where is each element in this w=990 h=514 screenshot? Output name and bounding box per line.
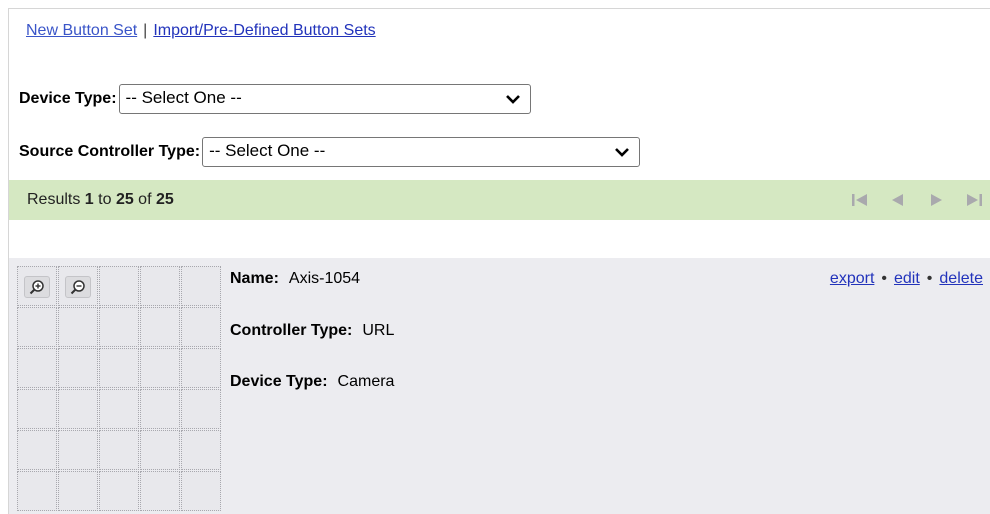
grid-cell[interactable] bbox=[99, 307, 139, 347]
name-label: Name: bbox=[230, 270, 279, 287]
grid-cell[interactable] bbox=[17, 348, 57, 388]
bullet-separator: • bbox=[881, 270, 887, 287]
grid-cell[interactable] bbox=[99, 389, 139, 429]
grid-cell[interactable] bbox=[140, 471, 180, 511]
device-type-field-label: Device Type: bbox=[230, 373, 328, 390]
zoom-out-button[interactable] bbox=[65, 276, 91, 298]
button-grid bbox=[17, 266, 221, 511]
export-link[interactable]: export bbox=[830, 270, 874, 287]
results-summary: Results 1 to 25 of 25 bbox=[27, 191, 174, 208]
chevron-down-icon bbox=[615, 148, 629, 157]
new-button-set-link[interactable]: New Button Set bbox=[26, 22, 137, 39]
grid-cell[interactable] bbox=[181, 471, 221, 511]
source-controller-type-select-value: -- Select One -- bbox=[209, 141, 326, 160]
grid-cell[interactable] bbox=[58, 307, 98, 347]
grid-cell[interactable] bbox=[181, 348, 221, 388]
grid-cell[interactable] bbox=[17, 430, 57, 470]
grid-cell[interactable] bbox=[99, 266, 139, 306]
device-type-label: Device Type: bbox=[19, 90, 117, 107]
device-type-select-value: -- Select One -- bbox=[125, 88, 242, 107]
source-controller-type-row: Source Controller Type: -- Select One -- bbox=[19, 137, 641, 167]
first-page-icon[interactable] bbox=[850, 191, 870, 209]
card-actions: export • edit • delete bbox=[830, 270, 983, 288]
controller-type-value: URL bbox=[362, 322, 395, 339]
device-type-value: Camera bbox=[337, 373, 395, 390]
grid-cell[interactable] bbox=[17, 389, 57, 429]
grid-cell[interactable] bbox=[181, 266, 221, 306]
grid-cell[interactable] bbox=[140, 266, 180, 306]
grid-cell[interactable] bbox=[17, 266, 57, 306]
last-page-icon[interactable] bbox=[964, 191, 984, 209]
source-controller-type-label: Source Controller Type: bbox=[19, 143, 201, 160]
results-from: 1 bbox=[84, 191, 94, 208]
grid-cell[interactable] bbox=[17, 471, 57, 511]
grid-cell[interactable] bbox=[99, 348, 139, 388]
results-to: 25 bbox=[115, 191, 134, 208]
device-type-row: Device Type: -- Select One -- bbox=[19, 84, 531, 114]
import-button-sets-link[interactable]: Import/Pre-Defined Button Sets bbox=[153, 22, 375, 39]
name-value: Axis-1054 bbox=[288, 270, 361, 287]
controller-type-field: Controller Type: URL bbox=[230, 322, 394, 340]
pager bbox=[850, 191, 984, 209]
grid-cell[interactable] bbox=[140, 389, 180, 429]
zoom-in-icon bbox=[29, 280, 44, 295]
grid-cell[interactable] bbox=[181, 307, 221, 347]
device-type-select[interactable]: -- Select One -- bbox=[118, 84, 531, 114]
button-set-card: Name: Axis-1054 Controller Type: URL Devic… bbox=[9, 258, 990, 514]
grid-cell[interactable] bbox=[181, 430, 221, 470]
delete-link[interactable]: delete bbox=[939, 270, 983, 287]
device-type-field: Device Type: Camera bbox=[230, 373, 394, 391]
next-page-icon[interactable] bbox=[926, 191, 946, 209]
prev-page-icon[interactable] bbox=[888, 191, 908, 209]
zoom-out-icon bbox=[70, 280, 85, 295]
grid-cell[interactable] bbox=[99, 430, 139, 470]
grid-cell[interactable] bbox=[181, 389, 221, 429]
link-separator: | bbox=[143, 22, 148, 39]
grid-cell[interactable] bbox=[58, 389, 98, 429]
edit-link[interactable]: edit bbox=[894, 270, 920, 287]
top-links: New Button Set | Import/Pre-Defined Button… bbox=[26, 22, 376, 40]
grid-cell[interactable] bbox=[99, 471, 139, 511]
source-controller-type-select[interactable]: -- Select One -- bbox=[202, 137, 641, 167]
grid-cell[interactable] bbox=[17, 307, 57, 347]
bullet-separator: • bbox=[926, 270, 933, 287]
controller-type-label: Controller Type: bbox=[230, 322, 353, 339]
grid-cell[interactable] bbox=[140, 348, 180, 388]
grid-cell[interactable] bbox=[58, 348, 98, 388]
grid-cell[interactable] bbox=[140, 430, 180, 470]
grid-cell[interactable] bbox=[58, 266, 98, 306]
chevron-down-icon bbox=[505, 95, 520, 104]
zoom-in-button[interactable] bbox=[24, 276, 50, 298]
results-total: 25 bbox=[155, 191, 174, 208]
grid-cell[interactable] bbox=[58, 471, 98, 511]
grid-cell[interactable] bbox=[58, 430, 98, 470]
grid-cell[interactable] bbox=[140, 307, 180, 347]
name-field: Name: Axis-1054 bbox=[230, 270, 360, 288]
results-bar: Results 1 to 25 of 25 bbox=[9, 180, 990, 220]
